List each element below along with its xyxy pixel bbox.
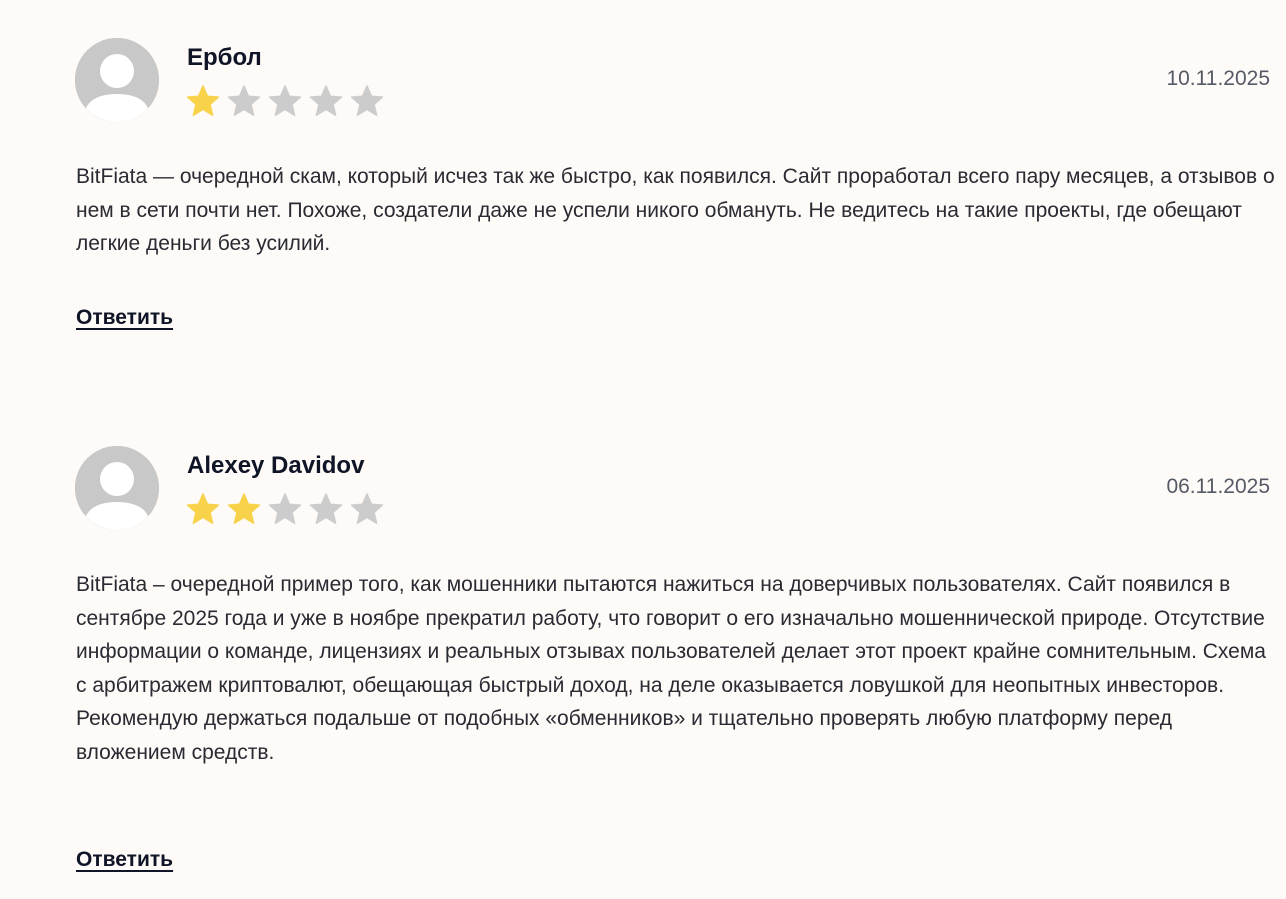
review-text: BitFiata – очередной пример того, как мо…	[76, 573, 1266, 764]
reply-link[interactable]: Ответить	[76, 848, 173, 872]
reply-link[interactable]: Ответить	[76, 306, 173, 330]
star-empty-icon	[309, 84, 343, 118]
rating-stars	[186, 492, 391, 526]
review-author: Ербол	[187, 44, 262, 71]
review-author: Alexey Davidov	[187, 452, 365, 479]
avatar-icon	[75, 38, 159, 122]
star-empty-icon	[268, 84, 302, 118]
star-empty-icon	[268, 492, 302, 526]
star-empty-icon	[309, 492, 343, 526]
star-empty-icon	[227, 84, 261, 118]
rating-stars	[186, 84, 391, 118]
star-filled-icon	[186, 492, 220, 526]
star-empty-icon	[350, 492, 384, 526]
review-date: 06.11.2025	[1166, 475, 1270, 498]
avatar-icon	[75, 446, 159, 530]
review-text: BitFiata — очередной скам, который исчез…	[76, 165, 1275, 255]
star-filled-icon	[227, 492, 261, 526]
star-empty-icon	[350, 84, 384, 118]
star-filled-icon	[186, 84, 220, 118]
review-date: 10.11.2025	[1166, 67, 1270, 90]
